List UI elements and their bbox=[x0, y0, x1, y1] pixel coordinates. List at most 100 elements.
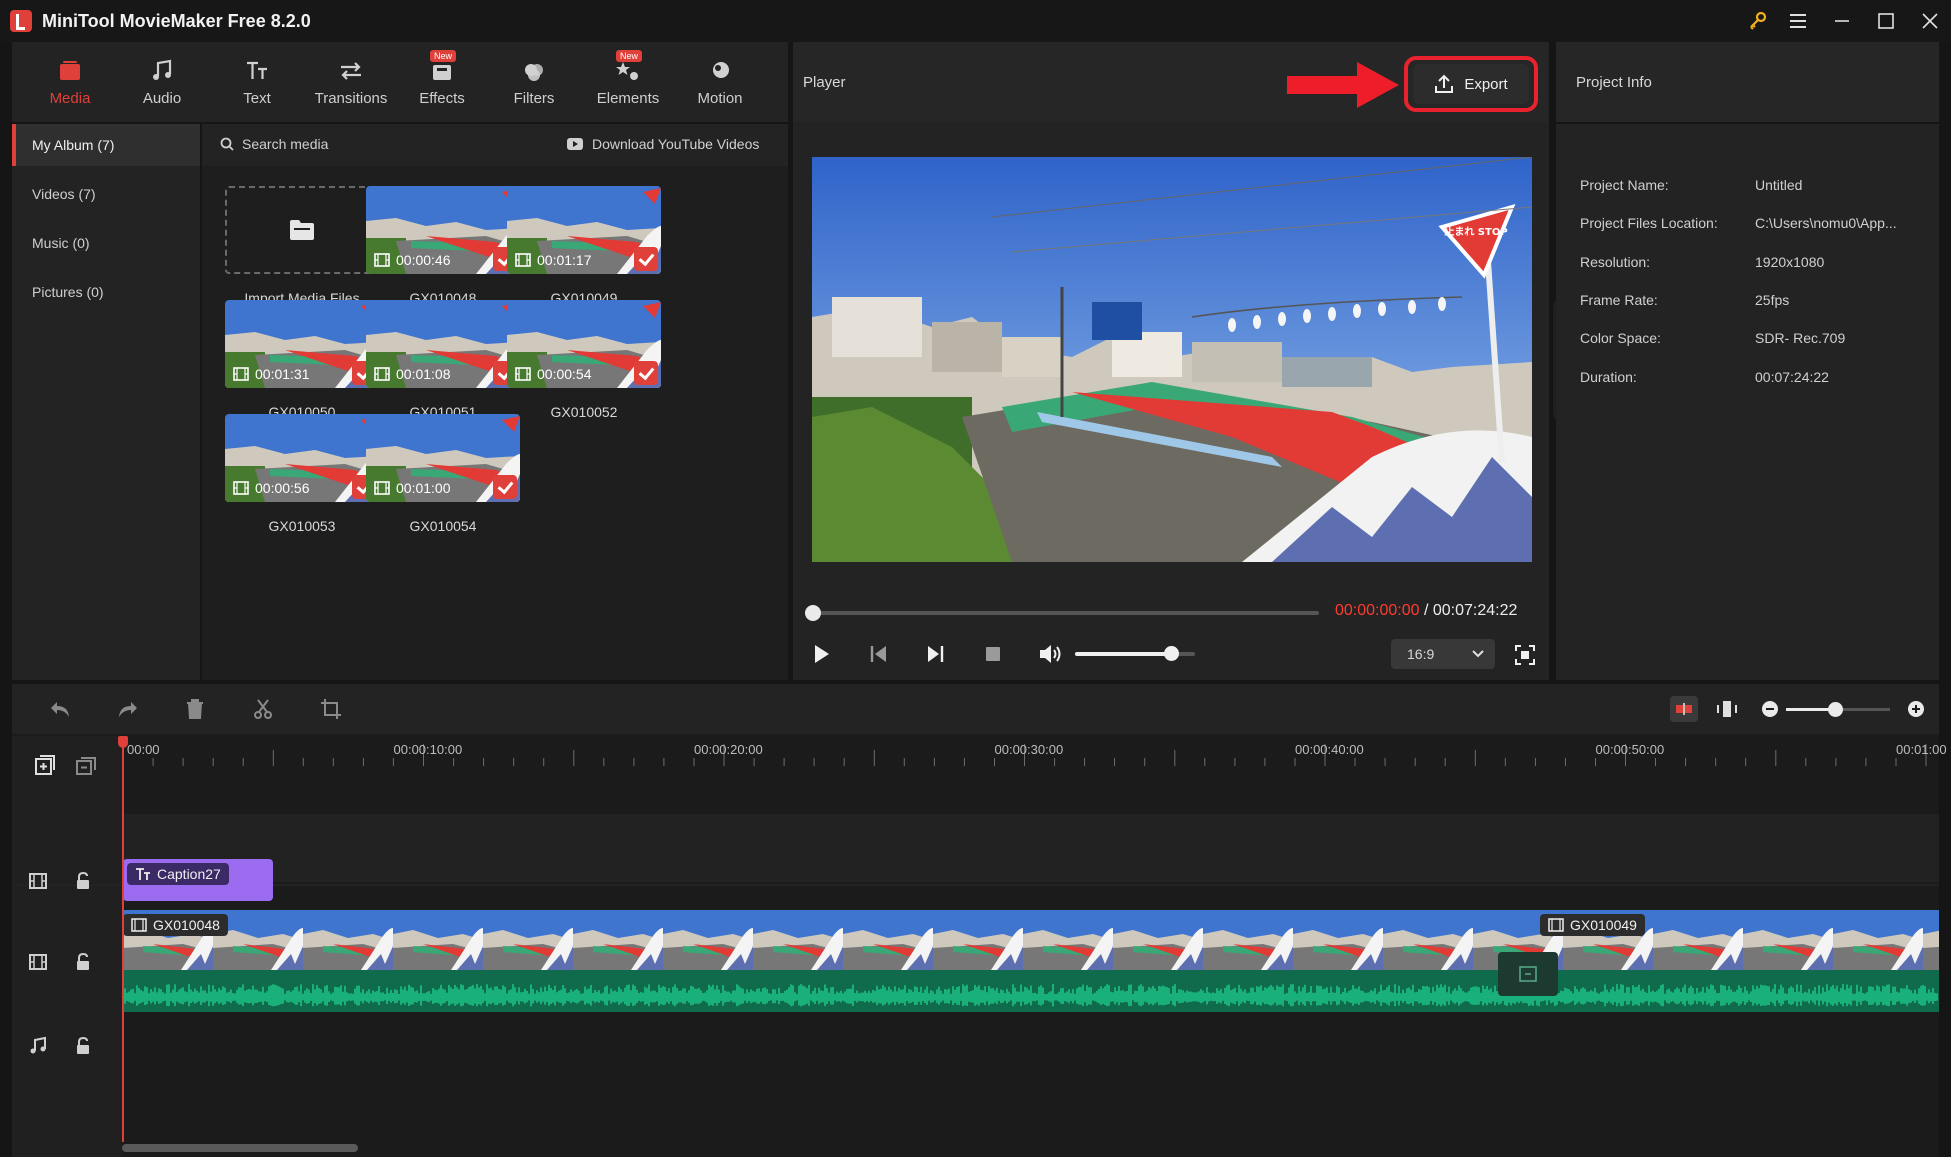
close-icon[interactable] bbox=[1914, 6, 1946, 36]
play-button[interactable] bbox=[809, 642, 833, 666]
volume-icon bbox=[1040, 645, 1061, 663]
search-input[interactable]: Search media bbox=[242, 136, 328, 152]
video-frame: 止まれ STOP bbox=[812, 157, 1532, 562]
snap-toggle[interactable] bbox=[1670, 696, 1698, 722]
redo-button[interactable] bbox=[116, 698, 140, 720]
selected-check-icon[interactable] bbox=[634, 247, 658, 271]
playback-progress-handle[interactable] bbox=[805, 605, 821, 621]
project-info-key: Project Files Location: bbox=[1580, 215, 1718, 232]
video-thumbnails bbox=[123, 910, 1939, 970]
tab-motion[interactable]: Motion bbox=[670, 42, 770, 122]
ruler-label: 00:00:20:00 bbox=[694, 742, 763, 757]
stop-button[interactable] bbox=[981, 642, 1005, 666]
transition-slot[interactable] bbox=[1498, 952, 1558, 996]
timeline-scroll-track[interactable] bbox=[122, 1142, 1939, 1154]
tab-audio-label: Audio bbox=[142, 89, 182, 107]
audio-track-icon bbox=[28, 1036, 48, 1056]
project-info-key: Color Space: bbox=[1580, 330, 1661, 347]
ruler-label: 00:00:10:00 bbox=[393, 742, 463, 757]
playhead[interactable] bbox=[122, 738, 124, 1142]
minimize-icon[interactable] bbox=[1826, 6, 1858, 36]
aspect-ratio-value: 16:9 bbox=[1407, 646, 1435, 662]
media-name: GX010053 bbox=[268, 518, 336, 534]
app-title: MiniTool MovieMaker Free 8.2.0 bbox=[42, 10, 311, 31]
download-youtube-button[interactable]: Download YouTube Videos bbox=[566, 136, 759, 152]
lock-icon[interactable] bbox=[74, 1036, 94, 1056]
media-thumbnail[interactable]: 00:00:56 bbox=[225, 414, 379, 502]
sidebar-item-my-album[interactable]: My Album (7) bbox=[12, 124, 200, 166]
lock-icon[interactable] bbox=[74, 952, 94, 972]
media-thumbnail[interactable]: 00:00:46 bbox=[366, 186, 520, 274]
volume-slider-handle[interactable] bbox=[1164, 646, 1179, 661]
sidebar-item-videos[interactable]: Videos (7) bbox=[12, 174, 200, 214]
maximize-icon[interactable] bbox=[1870, 6, 1902, 36]
zoom-slider-handle[interactable] bbox=[1827, 702, 1843, 717]
playback-progress-track[interactable] bbox=[809, 611, 1319, 615]
sidebar-item-pictures[interactable]: Pictures (0) bbox=[12, 272, 200, 312]
search-media[interactable]: Search media bbox=[220, 136, 328, 152]
split-button[interactable] bbox=[252, 698, 274, 720]
film-icon bbox=[233, 481, 249, 495]
fit-icon bbox=[1717, 701, 1737, 717]
zoom-out-button[interactable] bbox=[1760, 699, 1780, 719]
tab-text-label: Text bbox=[243, 89, 271, 107]
fullscreen-button[interactable] bbox=[1514, 644, 1536, 666]
volume-button[interactable] bbox=[1037, 642, 1063, 666]
redo-icon bbox=[119, 702, 137, 717]
playhead-handle[interactable] bbox=[118, 736, 128, 748]
media-thumbnail[interactable]: 00:01:00 bbox=[366, 414, 520, 502]
media-thumbnail[interactable]: 00:01:31 bbox=[225, 300, 379, 388]
add-track-button[interactable] bbox=[34, 754, 56, 776]
timeline-scrollbar[interactable] bbox=[122, 1144, 358, 1152]
caption-clip[interactable]: Caption27 bbox=[123, 859, 273, 901]
audio-waveform[interactable] bbox=[123, 970, 1939, 1012]
remove-track-button[interactable] bbox=[75, 756, 97, 776]
tab-elements-label: Elements bbox=[596, 89, 660, 107]
import-media-tile[interactable] bbox=[225, 186, 379, 274]
empty-track bbox=[122, 814, 1939, 882]
snap-icon bbox=[1676, 703, 1692, 715]
media-thumbnail[interactable]: 00:01:08 bbox=[366, 300, 520, 388]
menu-icon[interactable] bbox=[1782, 6, 1814, 36]
aspect-ratio-select[interactable]: 16:9 bbox=[1391, 639, 1495, 669]
caption-clip-label: Caption27 bbox=[157, 866, 221, 882]
selected-check-icon[interactable] bbox=[493, 475, 517, 499]
tab-audio[interactable]: Audio bbox=[112, 42, 212, 122]
tab-filters[interactable]: Filters bbox=[484, 42, 584, 122]
track-divider bbox=[12, 884, 1939, 886]
player-title: Player bbox=[803, 74, 846, 91]
next-frame-button[interactable] bbox=[923, 642, 947, 666]
stop-icon bbox=[986, 647, 1000, 661]
media-thumbnail[interactable]: 00:01:17 bbox=[507, 186, 661, 274]
film-icon bbox=[1548, 918, 1564, 932]
previous-frame-button[interactable] bbox=[867, 642, 891, 666]
tab-text[interactable]: Text bbox=[207, 42, 307, 122]
tab-elements[interactable]: New Elements bbox=[578, 42, 678, 122]
film-icon bbox=[374, 481, 390, 495]
video-preview[interactable]: 止まれ STOP bbox=[812, 157, 1532, 562]
video-clip-name: GX010048 bbox=[153, 917, 220, 933]
media-name: GX010054 bbox=[409, 518, 477, 534]
undo-button[interactable] bbox=[48, 698, 72, 720]
tab-transitions[interactable]: Transitions bbox=[296, 42, 406, 122]
lock-icon[interactable] bbox=[74, 871, 94, 891]
selected-check-icon[interactable] bbox=[634, 361, 658, 385]
crop-button[interactable] bbox=[320, 698, 342, 720]
film-icon bbox=[374, 253, 390, 267]
media-icon bbox=[60, 60, 80, 80]
zoom-in-button[interactable] bbox=[1906, 699, 1926, 719]
video-clip-strip[interactable] bbox=[123, 910, 1939, 970]
project-info-value: SDR- Rec.709 bbox=[1755, 330, 1846, 347]
project-info-key: Frame Rate: bbox=[1580, 291, 1658, 308]
key-icon[interactable] bbox=[1742, 6, 1774, 36]
fit-timeline-button[interactable] bbox=[1716, 698, 1738, 720]
media-thumbnail[interactable]: 00:00:54 bbox=[507, 300, 661, 388]
sidebar-item-music[interactable]: Music (0) bbox=[12, 223, 200, 263]
tab-effects[interactable]: New Effects bbox=[392, 42, 492, 122]
project-info-key: Duration: bbox=[1580, 368, 1637, 385]
tab-media[interactable]: Media bbox=[20, 42, 120, 122]
export-button[interactable]: Export bbox=[1413, 64, 1529, 104]
delete-button[interactable] bbox=[184, 698, 206, 720]
timecode: 00:00:00:00 / 00:07:24:22 bbox=[1335, 602, 1517, 620]
media-library: Search media Download YouTube Videos Imp… bbox=[202, 124, 788, 680]
